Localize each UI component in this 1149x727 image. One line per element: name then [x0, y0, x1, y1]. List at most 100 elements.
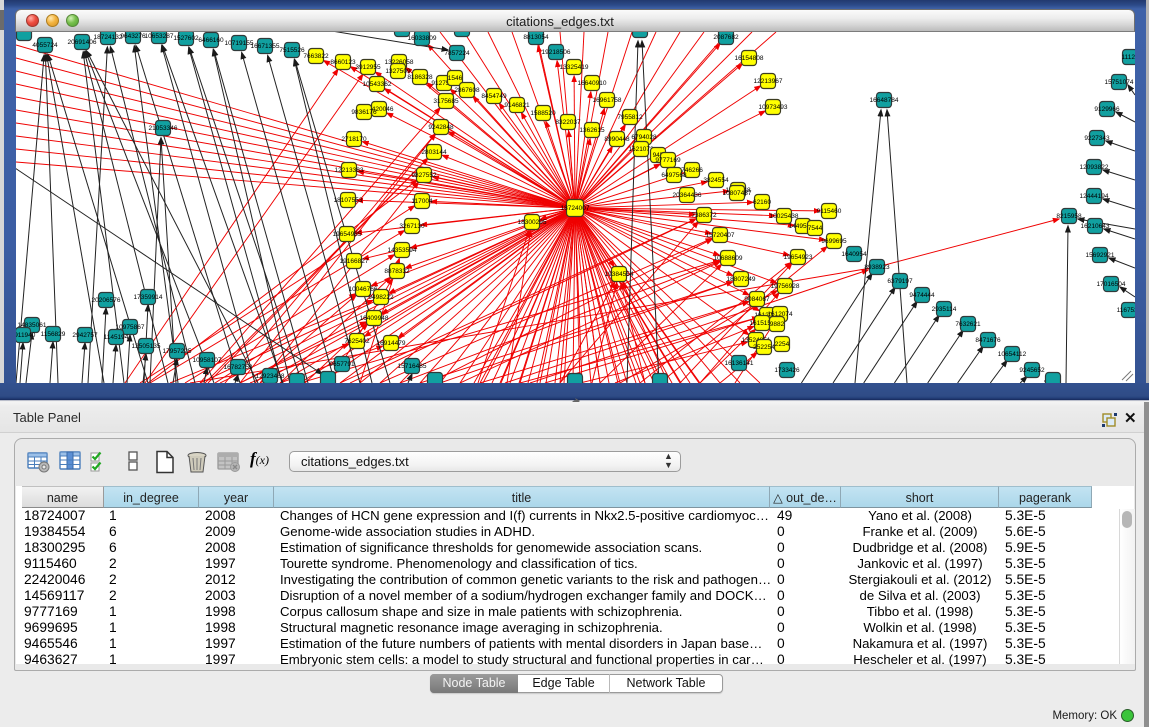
svg-text:2803144: 2803144: [421, 149, 447, 156]
svg-text:9699695: 9699695: [821, 238, 847, 245]
svg-text:9129966: 9129966: [1094, 106, 1120, 113]
svg-text:1145194: 1145194: [104, 334, 129, 341]
svg-text:9227343: 9227343: [1084, 135, 1110, 142]
svg-text:9836176: 9836176: [351, 109, 377, 116]
svg-text:62160: 62160: [753, 199, 771, 206]
svg-text:1167533: 1167533: [1117, 307, 1135, 314]
svg-text:10719155: 10719155: [225, 40, 254, 47]
svg-text:21053346: 21053346: [149, 125, 178, 132]
svg-text:3267130: 3267130: [399, 223, 425, 230]
svg-text:7663822: 7663822: [303, 53, 329, 60]
svg-text:9084067: 9084067: [744, 296, 770, 303]
svg-text:16648784: 16648784: [870, 97, 899, 104]
svg-text:16671355: 16671355: [251, 43, 280, 50]
svg-text:2254: 2254: [775, 341, 790, 348]
svg-text:3911940: 3911940: [16, 332, 36, 339]
svg-text:9498222: 9498222: [368, 294, 394, 301]
svg-text:12213383: 12213383: [335, 167, 364, 174]
svg-text:10973493: 10973493: [759, 104, 788, 111]
svg-text:17957225: 17957225: [163, 348, 192, 355]
svg-text:10653287: 10653287: [145, 33, 174, 40]
svg-text:7625402: 7625402: [344, 338, 370, 345]
svg-text:19384554: 19384554: [605, 271, 634, 278]
svg-text:9882: 9882: [770, 321, 785, 328]
svg-text:19218506: 19218506: [542, 49, 571, 56]
svg-text:18724132: 18724132: [94, 34, 123, 41]
svg-text:9657791: 9657791: [329, 361, 355, 368]
svg-text:8878332: 8878332: [384, 268, 410, 275]
svg-text:9245652: 9245652: [1019, 367, 1045, 374]
svg-text:9643276: 9643276: [120, 33, 146, 40]
svg-text:16409948: 16409948: [360, 315, 389, 322]
svg-text:19166827: 19166827: [340, 258, 369, 265]
svg-text:20691406: 20691406: [68, 39, 97, 46]
svg-text:10025438: 10025438: [770, 213, 799, 220]
svg-text:16033809: 16033809: [408, 35, 437, 42]
svg-text:12093822: 12093822: [1080, 164, 1109, 171]
svg-text:8186328: 8186328: [407, 74, 433, 81]
svg-text:3824554: 3824554: [703, 177, 729, 184]
svg-text:6466160: 6466160: [198, 37, 224, 44]
svg-text:8990448: 8990448: [604, 136, 630, 143]
svg-text:6794028: 6794028: [631, 134, 657, 141]
svg-text:3912955: 3912955: [355, 64, 381, 71]
svg-text:15751074: 15751074: [1105, 79, 1134, 86]
svg-text:1640954: 1640954: [841, 251, 867, 258]
svg-text:18107553: 18107553: [334, 197, 363, 204]
svg-text:12923468: 12923468: [256, 373, 285, 380]
svg-text:7857224: 7857224: [444, 50, 470, 57]
svg-text:9827552: 9827552: [411, 172, 437, 179]
svg-text:16961758: 16961758: [593, 97, 622, 104]
svg-text:1527602: 1527602: [173, 35, 199, 42]
svg-text:13325419: 13325419: [560, 64, 589, 71]
svg-text:10688609: 10688609: [714, 255, 743, 262]
svg-text:8454749: 8454749: [481, 93, 507, 100]
svg-text:2935114: 2935114: [932, 306, 957, 313]
svg-text:20364436: 20364436: [673, 192, 702, 199]
svg-text:8322037: 8322037: [555, 119, 581, 126]
svg-text:16914479: 16914479: [377, 340, 406, 347]
svg-text:9242848: 9242848: [428, 124, 454, 131]
svg-text:1546: 1546: [448, 75, 463, 82]
svg-text:2087682: 2087682: [713, 34, 739, 41]
svg-text:18300295: 18300295: [518, 219, 547, 226]
svg-text:2942757: 2942757: [72, 332, 98, 339]
svg-text:12505135: 12505135: [132, 343, 161, 350]
svg-text:8660123: 8660123: [330, 59, 356, 66]
svg-text:9115460: 9115460: [817, 208, 842, 215]
svg-text:2867608: 2867608: [454, 87, 480, 94]
svg-text:19654985: 19654985: [333, 231, 362, 238]
svg-text:12213967: 12213967: [754, 78, 783, 85]
svg-text:8813054: 8813054: [523, 34, 549, 41]
svg-text:117004: 117004: [411, 198, 433, 205]
svg-text:1733426: 1733426: [774, 367, 800, 374]
svg-text:7632621: 7632621: [955, 321, 981, 328]
svg-text:16154808: 16154808: [735, 55, 764, 62]
svg-text:20206576: 20206576: [92, 297, 121, 304]
svg-text:14353594: 14353594: [388, 247, 417, 254]
svg-text:252254: 252254: [753, 344, 775, 351]
svg-text:1156829: 1156829: [41, 331, 66, 338]
svg-text:4055724: 4055724: [32, 42, 58, 49]
svg-text:19654923: 19654923: [784, 254, 813, 261]
svg-text:8471676: 8471676: [975, 337, 1001, 344]
svg-text:18807249: 18807249: [727, 276, 756, 283]
svg-text:9474444: 9474444: [909, 292, 935, 299]
svg-text:7386372: 7386372: [691, 212, 717, 219]
svg-text:7515526: 7515526: [279, 47, 305, 54]
svg-text:16210643: 16210643: [1081, 223, 1110, 230]
svg-text:17016504: 17016504: [1097, 281, 1126, 288]
svg-text:19756928: 19756928: [771, 283, 800, 290]
svg-text:17359914: 17359914: [134, 294, 163, 301]
svg-text:9146821: 9146821: [504, 102, 530, 109]
svg-text:15720407: 15720407: [706, 232, 735, 239]
svg-text:16136141: 16136141: [725, 360, 754, 367]
svg-text:15692921: 15692921: [1086, 252, 1115, 259]
svg-text:6497568: 6497568: [661, 172, 687, 179]
svg-text:15716485: 15716485: [398, 363, 427, 370]
svg-text:7544: 7544: [808, 225, 823, 232]
svg-text:18724007: 18724007: [561, 205, 590, 212]
svg-text:8215958: 8215958: [1056, 213, 1082, 220]
svg-text:1588520: 1588520: [530, 110, 556, 117]
svg-text:10807487: 10807487: [723, 190, 752, 197]
